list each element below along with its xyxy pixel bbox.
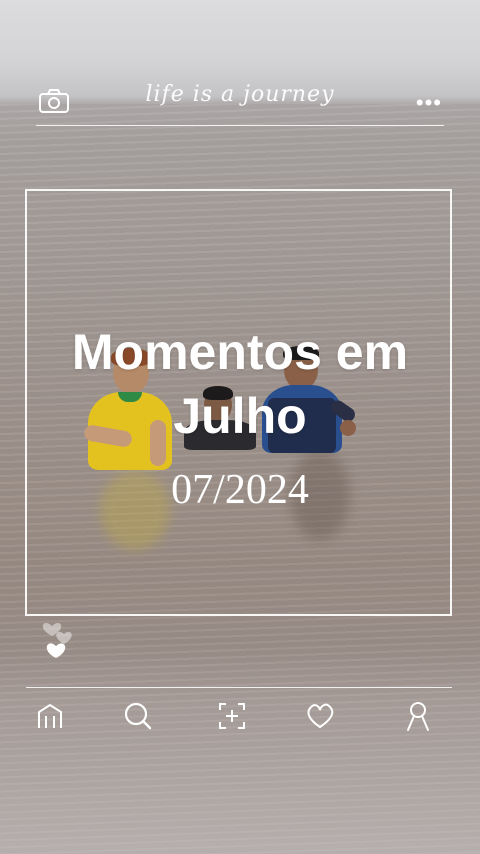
brand-text: life is a journey xyxy=(145,82,335,107)
more-dots-icon[interactable]: ••• xyxy=(416,90,442,116)
profile-icon[interactable] xyxy=(398,696,438,736)
bottom-nav xyxy=(0,696,480,740)
bottom-wash xyxy=(0,654,480,854)
home-icon[interactable] xyxy=(30,696,70,736)
hearts-icon[interactable] xyxy=(38,608,98,668)
heart-icon[interactable] xyxy=(300,696,340,736)
search-icon[interactable] xyxy=(118,696,158,736)
add-post-icon[interactable] xyxy=(212,696,252,736)
card-date: 07/2024 xyxy=(171,467,309,513)
bottom-divider xyxy=(26,687,452,688)
card-title: Momentos em Julho xyxy=(71,324,409,444)
top-divider xyxy=(36,125,444,126)
top-bar: life is a journey ••• xyxy=(0,82,480,126)
